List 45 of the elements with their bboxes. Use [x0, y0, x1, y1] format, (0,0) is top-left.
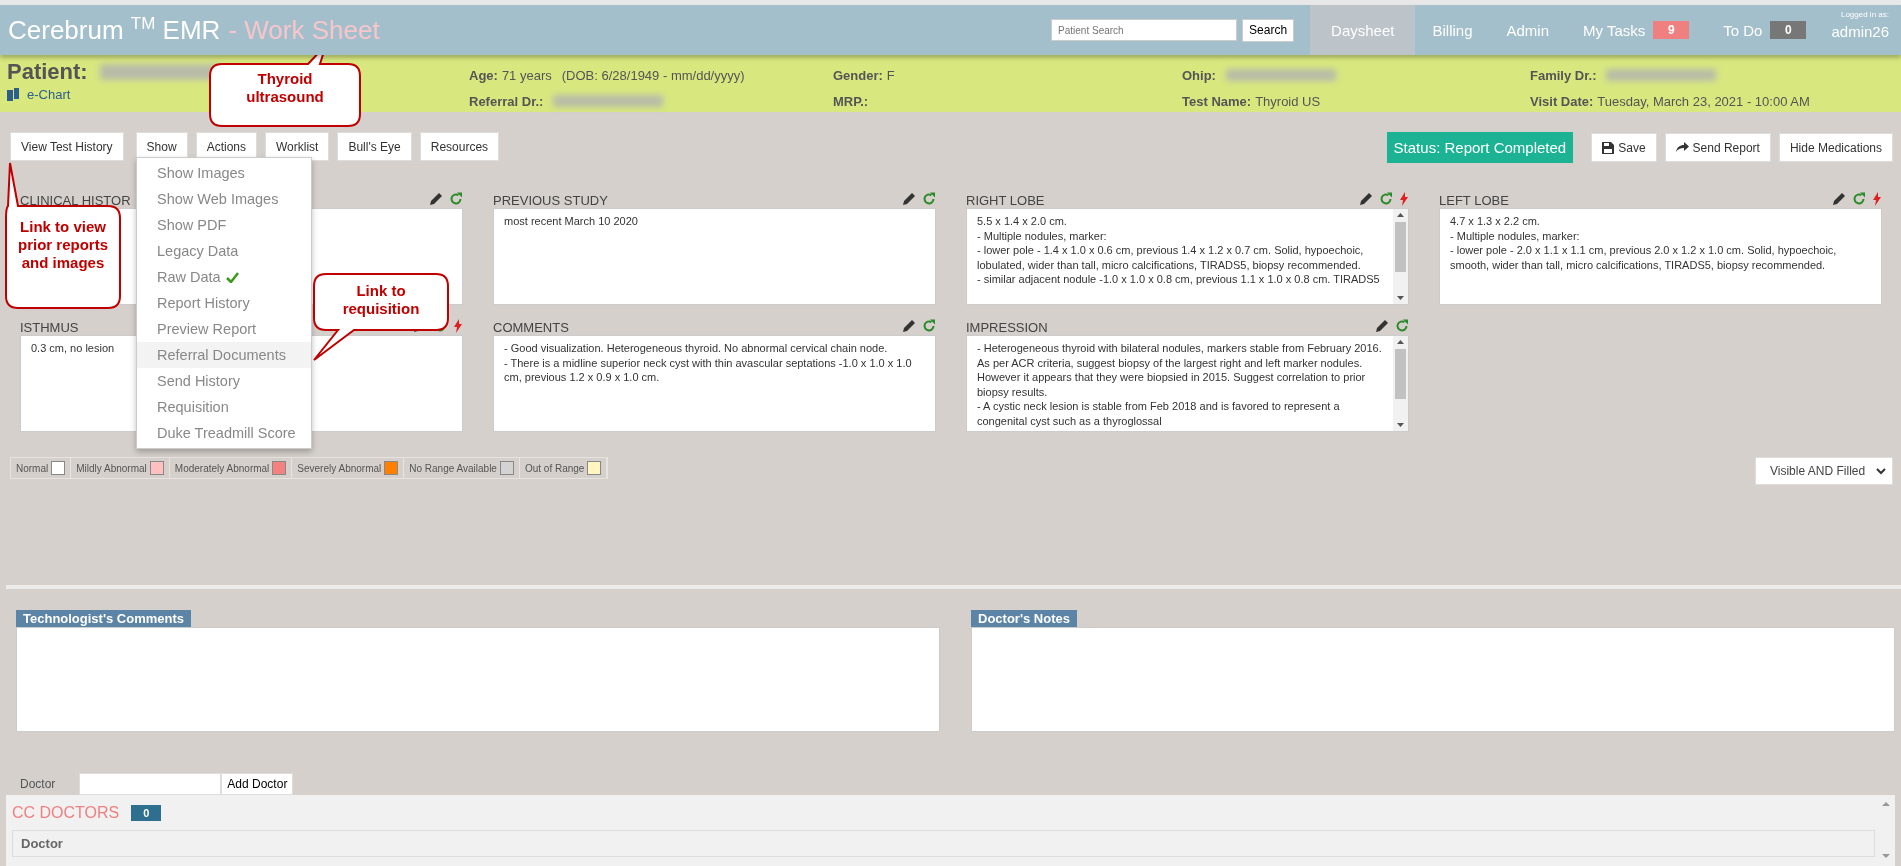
section-title: COMMENTS [493, 320, 569, 335]
count-badge: 0 [131, 805, 162, 821]
field-label: Family Dr.: [1530, 67, 1597, 83]
field-label: Referral Dr.: [469, 93, 544, 109]
field-value: Tuesday, March 23, 2021 - 10:00 AM [1597, 93, 1810, 109]
nav-label: Daysheet [1331, 21, 1395, 39]
field-label: Ohip: [1182, 67, 1216, 83]
field-label: Visit Date: [1530, 93, 1594, 109]
status-badge: Status: Report Completed [1386, 132, 1574, 163]
nav-label: To Do [1723, 21, 1763, 39]
section-title: RIGHT LOBE [966, 193, 1045, 208]
login-caption: Logged in as: [1840, 10, 1889, 19]
section-title: ISTHMUS [20, 320, 79, 335]
field-label: MRP.: [833, 93, 869, 109]
count-badge: 9 [1653, 21, 1690, 39]
nav-label: My Tasks [1583, 21, 1646, 39]
section-title: IMPRESSION [966, 320, 1048, 335]
section-title: CLINICAL HISTOR [20, 193, 131, 208]
legend-label: Out of Range [524, 462, 585, 474]
app-title: Cerebrum $^{TM}$ EMR [8, 14, 221, 46]
legend-label: No Range Available [409, 462, 497, 474]
legend-label: Moderately Abnormal [174, 462, 270, 474]
field-label: Test Name: [1182, 93, 1252, 109]
field-value: Thyroid US [1255, 93, 1321, 109]
nav-label: Billing [1432, 21, 1473, 39]
notes-label: Technologist's Comments [16, 610, 192, 627]
legend-label: Mildly Abnormal [76, 462, 147, 474]
legend-label: Severely Abnormal [297, 462, 382, 474]
section-title: LEFT LOBE [1439, 193, 1509, 208]
legend-label: Normal [16, 462, 49, 474]
field-label: Gender: [833, 67, 883, 83]
patient-label: Patient: [7, 59, 88, 85]
count-badge: 0 [1770, 21, 1807, 39]
callout-tooltip: Link to requisition [312, 272, 450, 362]
field-value: (DOB: 6/28/1949 - mm/dd/yyyy) [561, 67, 745, 83]
cc-doctors-title: CC DOCTORS [12, 804, 120, 822]
field-value: 71 years [501, 67, 552, 83]
nav-label: Admin [1506, 21, 1550, 39]
section-title: PREVIOUS STUDY [493, 193, 608, 208]
column-header: Doctor [12, 830, 1875, 857]
doctor-label: Doctor [20, 777, 56, 791]
field-value: F [886, 67, 895, 83]
notes-label: Doctor's Notes [971, 610, 1077, 627]
field-label: Age: [469, 67, 498, 83]
page-title: - Work Sheet [228, 14, 380, 46]
